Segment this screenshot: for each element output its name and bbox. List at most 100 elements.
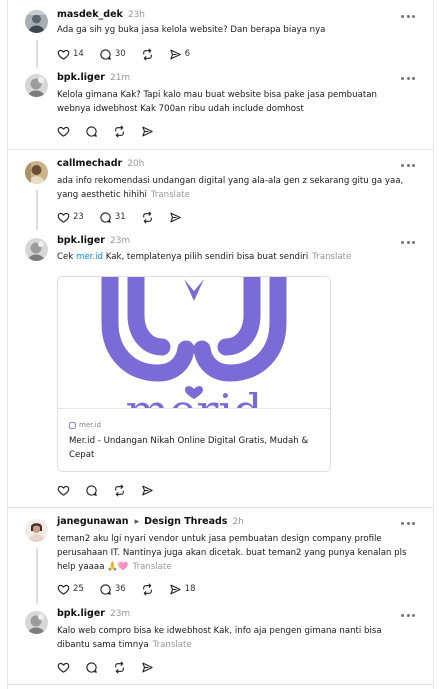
repost-button[interactable]	[141, 583, 154, 596]
repost-icon	[113, 661, 126, 674]
heart-icon	[57, 48, 70, 61]
reply-button[interactable]: 36	[99, 583, 126, 596]
more-icon[interactable]	[401, 238, 415, 246]
repost-button[interactable]	[113, 484, 126, 497]
action-bar	[57, 483, 169, 497]
send-icon	[169, 583, 182, 596]
avatar[interactable]	[25, 238, 48, 261]
username[interactable]: janegunawan	[57, 516, 129, 527]
avatar[interactable]	[25, 161, 48, 184]
reply-button[interactable]: 30	[99, 48, 126, 61]
share-button[interactable]: 6	[169, 48, 190, 61]
more-icon[interactable]	[401, 161, 415, 169]
merid-logo-icon: merid	[101, 277, 287, 409]
feed: masdek_dek 23h Ada ga sih yg buka jasa k…	[7, 0, 434, 689]
avatar[interactable]	[25, 519, 48, 542]
favicon-icon	[69, 421, 76, 429]
more-icon[interactable]	[401, 611, 415, 619]
comment-icon	[85, 125, 98, 138]
svg-text:merid: merid	[126, 384, 263, 409]
comment-icon	[99, 48, 112, 61]
username[interactable]: bpk.liger	[57, 235, 105, 246]
timestamp[interactable]: 23m	[110, 609, 130, 619]
divider	[8, 684, 433, 685]
post-header: bpk.liger 23m	[57, 235, 130, 247]
reply-button[interactable]	[85, 125, 98, 138]
link-domain: mer.id	[69, 421, 101, 429]
repost-button[interactable]	[113, 125, 126, 138]
share-count: 18	[184, 584, 196, 594]
send-icon	[169, 48, 182, 61]
repost-icon	[113, 484, 126, 497]
action-bar	[57, 124, 169, 138]
like-count: 23	[73, 212, 84, 222]
avatar[interactable]	[25, 10, 48, 33]
post-header: bpk.liger 21m	[57, 72, 130, 84]
share-button[interactable]	[141, 125, 154, 138]
translate-link[interactable]: Translate	[133, 562, 172, 572]
heart-icon	[57, 125, 70, 138]
timestamp[interactable]: 23h	[128, 10, 145, 20]
repost-icon	[113, 125, 126, 138]
divider	[8, 507, 433, 508]
comment-icon	[85, 661, 98, 674]
post-header: bpk.liger 23m	[57, 608, 130, 620]
send-icon	[141, 125, 154, 138]
username[interactable]: bpk.liger	[57, 72, 105, 83]
post-text: Ada ga sih yg buka jasa kelola website? …	[57, 25, 326, 35]
post-header: callmechadr 20h	[57, 158, 144, 170]
share-button[interactable]	[141, 661, 154, 674]
thread-line	[36, 548, 38, 604]
timestamp[interactable]: 20h	[127, 159, 144, 169]
reply-button[interactable]: 31	[99, 211, 126, 224]
action-bar: 14 30 6	[57, 47, 205, 61]
repost-button[interactable]	[113, 661, 126, 674]
share-button[interactable]	[141, 484, 154, 497]
repost-button[interactable]	[141, 211, 154, 224]
more-icon[interactable]	[401, 519, 415, 527]
username[interactable]: masdek_dek	[57, 9, 123, 20]
send-icon	[141, 484, 154, 497]
chevron-right-icon: ▸	[134, 517, 140, 527]
timestamp[interactable]: 23m	[110, 236, 130, 246]
more-icon[interactable]	[401, 74, 415, 82]
share-button[interactable]	[169, 211, 182, 224]
like-count: 25	[73, 584, 84, 594]
translate-link[interactable]: Translate	[312, 252, 351, 262]
reply-button[interactable]	[85, 484, 98, 497]
username[interactable]: bpk.liger	[57, 608, 105, 619]
translate-link[interactable]: Translate	[151, 190, 190, 200]
send-icon	[169, 211, 182, 224]
avatar[interactable]	[25, 74, 48, 97]
like-count: 14	[73, 49, 84, 59]
community-name[interactable]: Design Threads	[144, 516, 227, 527]
repost-icon	[141, 583, 154, 596]
link-preview-card[interactable]: merid mer.id Mer.id - Undangan Nikah Onl…	[57, 276, 331, 472]
like-button[interactable]: 14	[57, 48, 84, 61]
post-text: Kelola gimana Kak? Tapi kalo mau buat we…	[57, 90, 377, 114]
repost-icon	[141, 211, 154, 224]
link-title: Mer.id - Undangan Nikah Online Digital G…	[69, 436, 309, 460]
send-icon	[141, 661, 154, 674]
share-button[interactable]: 18	[169, 583, 196, 596]
more-icon[interactable]	[401, 12, 415, 20]
avatar[interactable]	[25, 611, 48, 634]
translate-link[interactable]: Translate	[153, 640, 192, 650]
like-button[interactable]	[57, 661, 70, 674]
timestamp[interactable]: 2h	[232, 517, 243, 527]
username[interactable]: callmechadr	[57, 158, 122, 169]
like-button[interactable]	[57, 125, 70, 138]
reply-button[interactable]	[85, 661, 98, 674]
like-button[interactable]: 23	[57, 211, 84, 224]
thread-line	[36, 190, 38, 230]
comment-icon	[99, 583, 112, 596]
timestamp[interactable]: 21m	[110, 73, 130, 83]
post-text: Cek mer.id Kak, templatenya pilih sendir…	[57, 252, 352, 262]
post-link[interactable]: mer.id	[76, 252, 103, 262]
reply-count: 36	[114, 584, 126, 594]
divider	[8, 149, 433, 150]
repost-button[interactable]	[141, 48, 154, 61]
like-button[interactable]	[57, 484, 70, 497]
like-button[interactable]: 25	[57, 583, 84, 596]
action-bar: 25 36 18	[57, 582, 210, 596]
